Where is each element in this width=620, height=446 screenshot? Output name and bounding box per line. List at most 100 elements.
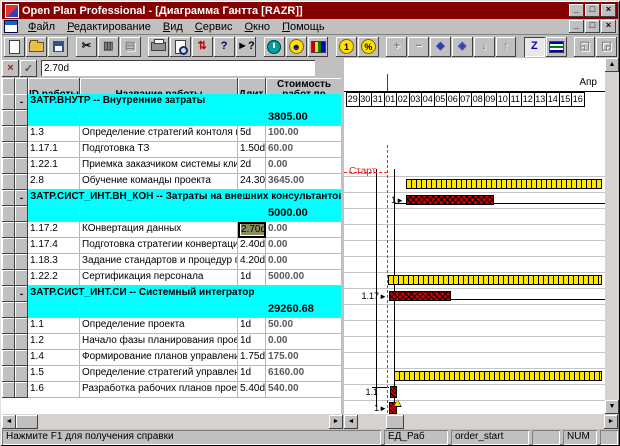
- milestone-icon[interactable]: ▲: [392, 398, 403, 409]
- task-name-cell[interactable]: КОнвертация данных: [80, 222, 238, 238]
- minimize-button[interactable]: _: [569, 4, 584, 17]
- sort-exchange-button[interactable]: ⇅: [192, 37, 213, 57]
- open-button[interactable]: [26, 37, 47, 57]
- gantt-view-button[interactable]: [546, 37, 567, 57]
- child-close-button[interactable]: ×: [601, 20, 616, 33]
- task-bar-1-3[interactable]: [406, 195, 494, 205]
- task-name-cell[interactable]: Подготовка стратегии конвертации: [80, 238, 238, 254]
- task-duration-cell[interactable]: 1d: [238, 366, 266, 382]
- task-name-cell[interactable]: Начало фазы планирования проекта: [80, 334, 238, 350]
- task-cost-cell[interactable]: 60.00: [266, 142, 342, 158]
- task-name-cell[interactable]: Приемка заказчиком системы клиент: [80, 158, 238, 174]
- task-name-cell[interactable]: Формирование планов управления: [80, 350, 238, 366]
- task-id-cell[interactable]: 1.22.1: [28, 158, 80, 174]
- task-name-cell[interactable]: Подготовка ТЗ: [80, 142, 238, 158]
- group-label-cell[interactable]: ЗАТР.СИСТ_ИНТ.СИ -- Системный интегратор: [28, 286, 342, 302]
- row-selector[interactable]: [2, 270, 15, 286]
- row-collapse-cell[interactable]: [15, 254, 28, 270]
- scroll-right-arrow[interactable]: ►: [604, 415, 618, 429]
- row-collapse-cell[interactable]: [15, 302, 28, 318]
- task-cost-cell[interactable]: 100.00: [266, 126, 342, 142]
- group-label-cell[interactable]: ЗАТР.ВНУТР -- Внутренние затраты: [28, 94, 342, 110]
- scroll-up-arrow[interactable]: ▲: [605, 58, 619, 72]
- group-label-cell[interactable]: ЗАТР.СИСТ_ИНТ.ВН_КОН -- Затраты на внешн…: [28, 190, 342, 206]
- task-duration-cell[interactable]: 1d: [238, 334, 266, 350]
- row-selector[interactable]: [2, 334, 15, 350]
- row-collapse-cell[interactable]: [15, 270, 28, 286]
- task-id-cell[interactable]: 1.4: [28, 350, 80, 366]
- edit-accept-button[interactable]: ✓: [20, 60, 37, 77]
- row-selector[interactable]: [2, 174, 15, 190]
- row-selector[interactable]: [2, 158, 15, 174]
- task-bar-1-17-2[interactable]: [389, 291, 451, 301]
- new-button[interactable]: [4, 37, 25, 57]
- gantt-h-scrollbar[interactable]: ◄ ►: [344, 414, 618, 429]
- task-id-cell[interactable]: 1.17.4: [28, 238, 80, 254]
- task-duration-cell[interactable]: 5.40d: [238, 382, 266, 398]
- row-collapse-cell[interactable]: [15, 318, 28, 334]
- task-id-cell[interactable]: 1.17.1: [28, 142, 80, 158]
- row-selector[interactable]: [2, 254, 15, 270]
- add-activity-button[interactable]: +: [386, 37, 407, 57]
- scroll-left-arrow[interactable]: ◄: [344, 415, 358, 429]
- scroll-left-arrow[interactable]: ◄: [2, 415, 16, 429]
- task-cost-cell[interactable]: 175.00: [266, 350, 342, 366]
- row-selector[interactable]: [2, 190, 15, 206]
- row-collapse-cell[interactable]: [15, 382, 28, 398]
- task-id-cell[interactable]: 1.5: [28, 366, 80, 382]
- task-name-cell[interactable]: Обучение команды проекта: [80, 174, 238, 190]
- task-id-cell[interactable]: 1.1: [28, 318, 80, 334]
- row-selector[interactable]: [2, 382, 15, 398]
- context-help-button[interactable]: ►?: [236, 37, 257, 57]
- row-selector[interactable]: [2, 206, 15, 222]
- task-duration-cell[interactable]: 2.70d: [238, 222, 266, 238]
- print-button[interactable]: [148, 37, 169, 57]
- task-cost-cell[interactable]: 0.00: [266, 158, 342, 174]
- cost-calculation-button[interactable]: 1: [336, 37, 357, 57]
- summary-empty-cell[interactable]: [28, 110, 80, 126]
- task-cost-cell[interactable]: 5000.00: [266, 270, 342, 286]
- task-name-cell[interactable]: Задание стандартов и процедур по д: [80, 254, 238, 270]
- row-collapse-cell[interactable]: -: [15, 94, 28, 110]
- move-down-button[interactable]: ↓: [474, 37, 495, 57]
- summary-empty-cell[interactable]: [80, 302, 238, 318]
- row-collapse-cell[interactable]: [15, 126, 28, 142]
- time-analysis-button[interactable]: [264, 37, 285, 57]
- scroll-right-arrow[interactable]: ►: [329, 415, 343, 429]
- delete-activity-button[interactable]: −: [408, 37, 429, 57]
- row-selector[interactable]: [2, 286, 15, 302]
- task-duration-cell[interactable]: 1d: [238, 318, 266, 334]
- menu-item-4[interactable]: Сервис: [189, 20, 239, 34]
- task-duration-cell[interactable]: 24.30d: [238, 174, 266, 190]
- resource-scheduling-button[interactable]: ☻: [286, 37, 307, 57]
- move-up-button[interactable]: ↑: [496, 37, 517, 57]
- summary-empty-cell[interactable]: [238, 206, 266, 222]
- summary-bar-vn-kon[interactable]: [388, 275, 602, 285]
- scroll-thumb[interactable]: [386, 415, 404, 429]
- row-selector[interactable]: [2, 366, 15, 382]
- task-id-cell[interactable]: 1.22.2: [28, 270, 80, 286]
- task-cost-cell[interactable]: 0.00: [266, 254, 342, 270]
- gantt-v-scrollbar[interactable]: ▲ ▼: [605, 58, 619, 414]
- task-duration-cell[interactable]: 4.20d: [238, 254, 266, 270]
- row-collapse-cell[interactable]: [15, 350, 28, 366]
- add-link-button[interactable]: ◆: [430, 37, 451, 57]
- menu-item-2[interactable]: Редактирование: [61, 20, 157, 34]
- edit-link-button[interactable]: ◈: [452, 37, 473, 57]
- print-preview-button[interactable]: [170, 37, 191, 57]
- task-cost-cell[interactable]: 0.00: [266, 334, 342, 350]
- task-id-cell[interactable]: 2.8: [28, 174, 80, 190]
- summary-empty-cell[interactable]: [28, 206, 80, 222]
- summary-bar-si[interactable]: [394, 371, 602, 381]
- row-collapse-cell[interactable]: [15, 238, 28, 254]
- task-name-cell[interactable]: Разработка рабочих планов проекта: [80, 382, 238, 398]
- scroll-thumb[interactable]: [16, 415, 38, 429]
- copy-button[interactable]: ▥: [98, 37, 119, 57]
- task-cost-cell[interactable]: 0.00: [266, 222, 342, 238]
- row-selector[interactable]: [2, 94, 15, 110]
- row-collapse-cell[interactable]: [15, 334, 28, 350]
- row-collapse-cell[interactable]: [15, 174, 28, 190]
- close-button[interactable]: ×: [601, 4, 616, 17]
- child-minimize-button[interactable]: _: [569, 20, 584, 33]
- row-selector[interactable]: [2, 110, 15, 126]
